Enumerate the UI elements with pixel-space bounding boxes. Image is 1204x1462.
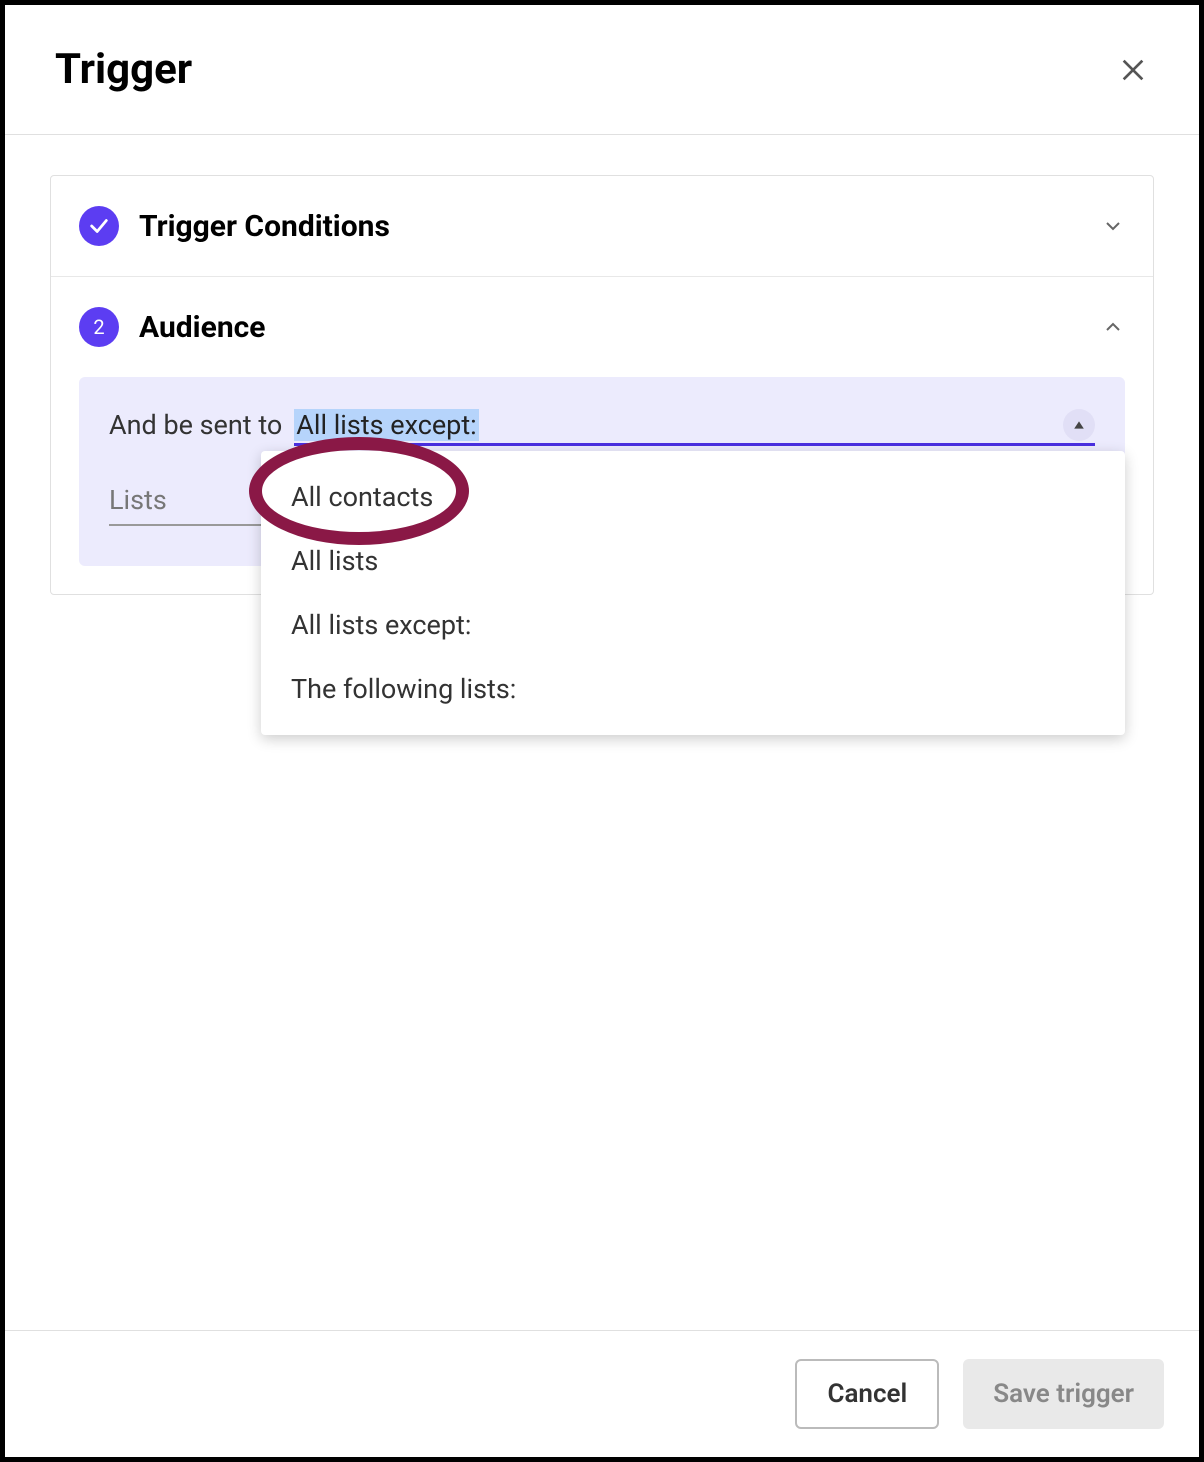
dialog-header: Trigger [5, 5, 1199, 135]
check-icon [88, 215, 110, 237]
trigger-conditions-title: Trigger Conditions [139, 209, 1101, 244]
sent-to-dropdown: All contacts All lists All lists except:… [261, 451, 1125, 735]
dropdown-option-all-lists[interactable]: All lists [261, 529, 1125, 593]
dialog-footer: Cancel Save trigger [5, 1330, 1199, 1457]
audience-badge-number: 2 [93, 315, 104, 339]
cancel-button[interactable]: Cancel [795, 1359, 939, 1429]
dialog-title: Trigger [55, 45, 192, 94]
audience-body: And be sent to All lists except: Lists A… [51, 377, 1153, 594]
sent-to-label: And be sent to [109, 409, 282, 441]
audience-title: Audience [139, 310, 1101, 345]
audience-box: And be sent to All lists except: Lists A… [79, 377, 1125, 566]
save-trigger-button[interactable]: Save trigger [963, 1359, 1164, 1429]
section-audience[interactable]: 2 Audience [51, 277, 1153, 377]
close-icon [1117, 54, 1149, 86]
dialog-content: Trigger Conditions 2 Audience And be [5, 135, 1199, 635]
dropdown-option-following-lists[interactable]: The following lists: [261, 657, 1125, 721]
audience-badge: 2 [79, 307, 119, 347]
trigger-conditions-badge [79, 206, 119, 246]
sent-to-row: And be sent to All lists except: [109, 409, 1095, 446]
sent-to-selected-value: All lists except: [294, 409, 478, 441]
sent-to-select[interactable]: All lists except: [294, 409, 1095, 446]
caret-up-icon [1063, 409, 1095, 441]
close-button[interactable] [1117, 54, 1149, 86]
chevron-down-icon [1101, 214, 1125, 238]
dropdown-option-all-lists-except[interactable]: All lists except: [261, 593, 1125, 657]
sections-panel: Trigger Conditions 2 Audience And be [50, 175, 1154, 595]
section-trigger-conditions[interactable]: Trigger Conditions [51, 176, 1153, 277]
chevron-up-icon [1101, 315, 1125, 339]
dropdown-option-all-contacts[interactable]: All contacts [261, 465, 1125, 529]
